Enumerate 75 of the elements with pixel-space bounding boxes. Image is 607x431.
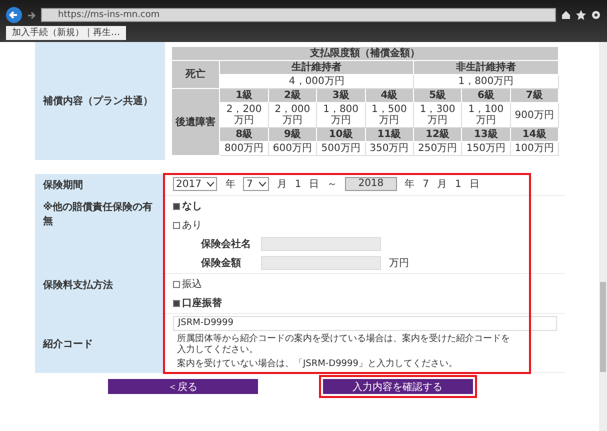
scrollbar-thumb[interactable] [600, 282, 606, 372]
grade-header: 10級 [316, 128, 365, 142]
radio-option[interactable]: 振込 [173, 277, 202, 291]
sub-label: 保険金額 [200, 256, 242, 270]
address-bar[interactable]: https://ms-ins-mn.com [41, 8, 556, 22]
column-header: 生計維持者 [220, 60, 414, 74]
table-cell: 900万円 [510, 102, 558, 128]
input-field[interactable]: JSRM-D9999 [173, 316, 557, 331]
grade-header: 11級 [365, 128, 414, 142]
field-label: ※他の賠償責任保険の有無 [35, 196, 165, 274]
table-cell: 150万円 [462, 142, 510, 156]
date-text: ～ [327, 178, 338, 191]
help-text: 所属団体等から紹介コードの案内を受けている場合は、案内を受けた紹介コードを入力してください。 [176, 334, 511, 356]
field-label: 保険期間 [35, 174, 165, 196]
back-icon[interactable] [6, 7, 22, 23]
row-header: 死亡 [172, 60, 220, 88]
section-label: 補償内容（プラン共通） [43, 94, 154, 108]
chevron-down-icon [258, 182, 266, 186]
table-cell: 1，100万円 [462, 102, 510, 128]
grade-header: 12級 [413, 128, 462, 142]
table-cell: 100万円 [510, 142, 558, 156]
date-text: 1 [294, 178, 302, 190]
dropdown[interactable]: 7 [243, 177, 269, 191]
table-cell: 800万円 [220, 142, 268, 156]
radio-option[interactable]: なし [173, 199, 202, 213]
table-header: 支払限度額（補償金額） [172, 46, 558, 60]
field-label: 紹介コード [35, 314, 165, 373]
dropdown[interactable]: 2017 [173, 177, 218, 191]
star-icon[interactable] [576, 10, 586, 20]
date-text: 年 [404, 178, 415, 191]
unit-text: 万円 [389, 257, 409, 270]
grade-header: 14級 [510, 128, 558, 142]
grade-header: 3級 [316, 88, 365, 102]
grade-header: 2級 [268, 88, 317, 102]
date-text: 年 [225, 178, 236, 191]
settings-icon[interactable] [591, 10, 601, 20]
form-button[interactable]: ＜戻る [108, 379, 258, 394]
grade-header: 5級 [413, 88, 462, 102]
readonly-field: 2018 [345, 177, 397, 191]
table-cell: 250万円 [413, 142, 462, 156]
table-cell: 2，200万円 [220, 102, 268, 128]
help-text: 案内を受けていない場合は、「JSRM-D9999」と入力してください。 [176, 359, 458, 370]
grade-header: 13級 [462, 128, 510, 142]
field-label: 保険料支払方法 [35, 274, 165, 314]
row-header: 後遺障害 [172, 88, 220, 156]
sub-label: 保険会社名 [200, 238, 252, 251]
table-cell: 2，000万円 [268, 102, 317, 128]
table-cell: 500万円 [316, 142, 365, 156]
grade-header: 8級 [220, 128, 268, 142]
grade-header: 9級 [268, 128, 317, 142]
date-text: 月 [276, 178, 287, 191]
table-cell: 4，000万円 [220, 74, 414, 88]
date-text: 1 [455, 178, 462, 190]
table-cell: 1，800万円 [413, 74, 558, 88]
forward-icon[interactable] [27, 10, 36, 20]
column-header: 非生計維持者 [413, 60, 558, 74]
grade-header: 1級 [220, 88, 268, 102]
date-text: 7 [422, 178, 430, 190]
grade-header: 4級 [365, 88, 414, 102]
table-cell: 1，800万円 [316, 102, 365, 128]
chevron-down-icon [207, 182, 214, 186]
date-text: 日 [309, 178, 320, 191]
radio-option[interactable]: あり [173, 218, 202, 232]
browser-tab[interactable]: 加入手続（新規）｜再生… [6, 26, 126, 40]
table-cell: 1，500万円 [365, 102, 414, 128]
table-cell: 600万円 [268, 142, 317, 156]
home-icon[interactable] [561, 10, 571, 20]
grade-header: 6級 [462, 88, 510, 102]
table-cell: 1，300万円 [413, 102, 462, 128]
date-text: 月 [437, 178, 448, 191]
table-cell: 350万円 [365, 142, 414, 156]
grade-header: 7級 [510, 88, 558, 102]
radio-option[interactable]: 口座振替 [173, 296, 222, 310]
form-button[interactable]: 入力内容を確認する [322, 379, 472, 394]
date-text: 日 [469, 178, 480, 191]
